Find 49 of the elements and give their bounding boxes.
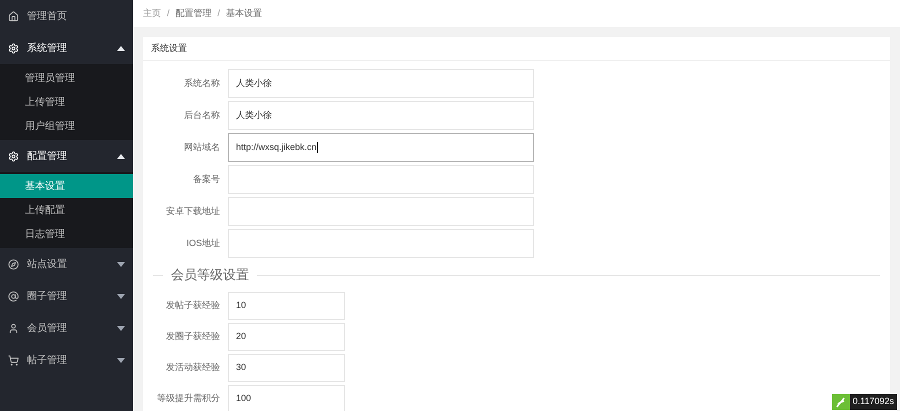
sidebar-item[interactable]: 管理首页: [0, 0, 133, 32]
field-label: 发圈子获经验: [165, 330, 221, 344]
cart-icon: [8, 354, 19, 366]
sidebar-item[interactable]: 帖子管理: [0, 344, 133, 376]
card-title: 系统设置: [143, 37, 890, 61]
breadcrumb-link[interactable]: 基本设置: [226, 6, 262, 20]
text-cursor: [316, 142, 318, 153]
field-label: 备案号: [192, 172, 221, 186]
field-label: 后台名称: [183, 108, 221, 122]
submenu-item[interactable]: 用户组管理: [0, 114, 133, 138]
house-icon: [8, 10, 19, 22]
field-label: 等级提升需积分: [156, 392, 221, 406]
sidebar-item[interactable]: 配置管理: [0, 140, 133, 172]
text-input[interactable]: [228, 229, 534, 258]
gear-icon: [8, 42, 19, 54]
number-input[interactable]: 10: [228, 292, 345, 320]
gear-icon: [8, 150, 19, 162]
field-label: IOS地址: [185, 236, 221, 250]
field-label: 发帖子获经验: [165, 299, 221, 312]
breadcrumb-separator: /: [167, 6, 170, 20]
field-label: 系统名称: [183, 76, 221, 90]
sidebar-item[interactable]: 圈子管理: [0, 280, 133, 312]
compass-icon: [8, 258, 19, 270]
section-title: 会员等级设置: [170, 266, 250, 284]
text-input[interactable]: [228, 165, 534, 194]
breadcrumb-link[interactable]: 配置管理: [176, 6, 212, 20]
sidebar-item[interactable]: 站点设置: [0, 248, 133, 280]
text-input[interactable]: 人类小徐: [228, 101, 534, 130]
timer-text: 0.117092s: [850, 394, 897, 410]
sidebar-item[interactable]: 系统管理: [0, 32, 133, 64]
submenu-item[interactable]: 上传配置: [0, 198, 133, 222]
field-label: 发活动获经验: [165, 361, 221, 374]
number-input[interactable]: 30: [228, 354, 345, 382]
text-input[interactable]: 人类小徐: [228, 69, 534, 98]
number-input[interactable]: 20: [228, 323, 345, 351]
submenu-item[interactable]: 管理员管理: [0, 66, 133, 90]
at-sign-icon: [8, 290, 19, 302]
submenu-item[interactable]: 基本设置: [0, 174, 133, 198]
field-label: 安卓下载地址: [165, 204, 221, 218]
submenu-item[interactable]: 日志管理: [0, 222, 133, 246]
person-icon: [8, 322, 19, 334]
text-input[interactable]: http://wxsq.jikebk.cn: [228, 133, 534, 162]
breadcrumb-separator: /: [218, 6, 220, 20]
leaf-icon: [835, 396, 846, 408]
submenu-item[interactable]: 上传管理: [0, 90, 133, 114]
number-input[interactable]: 100: [228, 385, 345, 411]
field-label: 网站域名: [183, 140, 221, 154]
text-input[interactable]: [228, 197, 534, 226]
sidebar-item[interactable]: 会员管理: [0, 312, 133, 344]
